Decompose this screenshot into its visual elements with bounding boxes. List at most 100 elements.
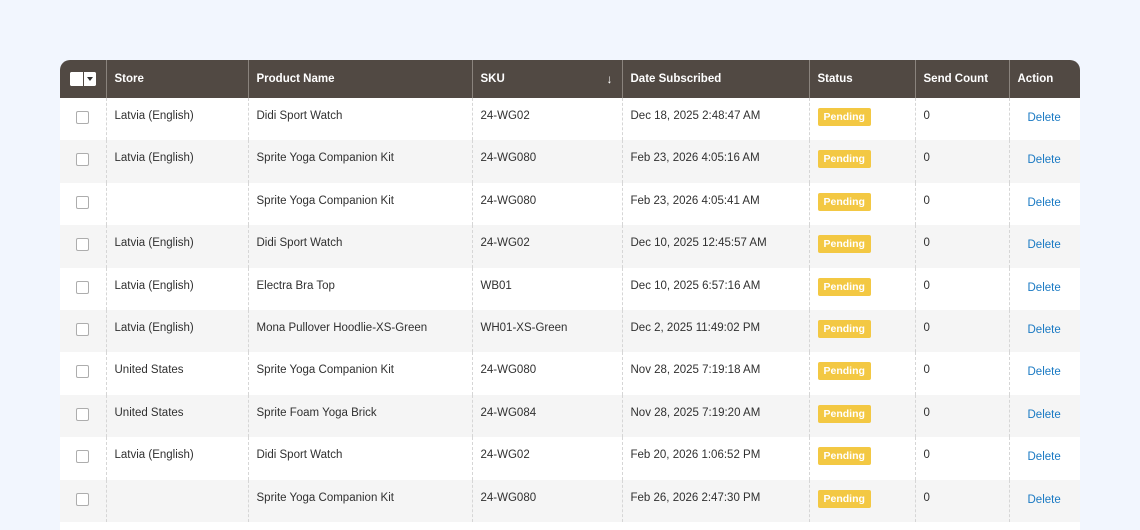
row-checkbox[interactable]	[76, 407, 90, 421]
table-body: Latvia (English) Didi Sport Watch 24-WG0…	[60, 98, 1080, 522]
cell-store: United States	[106, 394, 249, 438]
row-checkbox[interactable]	[76, 238, 90, 252]
delete-link[interactable]: Delete	[1018, 409, 1061, 421]
delete-link[interactable]: Delete	[1018, 366, 1061, 378]
cell-product-name: Didi Sport Watch	[248, 98, 473, 141]
delete-link[interactable]: Delete	[1018, 197, 1061, 209]
table-row: Latvia (English) Didi Sport Watch 24-WG0…	[60, 225, 1080, 268]
table-row: Latvia (English) Sprite Yoga Companion K…	[60, 140, 1080, 183]
cell-store: Latvia (English)	[106, 225, 249, 268]
cell-sku: 24-WG02	[472, 98, 623, 141]
cell-date-subscribed: Dec 18, 2025 2:48:47 AM	[622, 98, 810, 141]
row-checkbox[interactable]	[76, 195, 90, 209]
table-row: United States Sprite Yoga Companion Kit …	[60, 352, 1080, 395]
cell-sku: 24-WG02	[472, 437, 623, 480]
cell-send-count: 0	[915, 352, 1010, 395]
column-header-product-name[interactable]: Product Name	[248, 60, 473, 98]
cell-send-count: 0	[915, 182, 1010, 226]
delete-link[interactable]: Delete	[1018, 494, 1061, 506]
status-badge: Pending	[817, 319, 871, 338]
cell-store: Latvia (English)	[106, 437, 249, 480]
row-checkbox[interactable]	[76, 153, 90, 167]
cell-date-subscribed: Nov 28, 2025 7:19:18 AM	[622, 352, 810, 395]
table-row: Sprite Yoga Companion Kit 24-WG080 Feb 2…	[60, 182, 1080, 226]
cell-sku: WB01	[472, 267, 623, 310]
cell-send-count: 0	[915, 140, 1010, 183]
table-row: United States Sprite Foam Yoga Brick 24-…	[60, 394, 1080, 438]
cell-sku: 24-WG02	[472, 225, 623, 268]
row-checkbox[interactable]	[76, 450, 90, 464]
cell-store: Latvia (English)	[106, 140, 249, 183]
chevron-down-icon[interactable]	[83, 72, 96, 86]
select-all-checkbox[interactable]	[69, 72, 84, 86]
status-badge: Pending	[817, 404, 871, 423]
status-badge: Pending	[817, 235, 871, 254]
delete-link[interactable]: Delete	[1018, 324, 1061, 336]
row-checkbox[interactable]	[76, 322, 90, 336]
subscriptions-grid: Store Product Name SKU ↓ Date Subscribed…	[60, 60, 1080, 530]
row-checkbox[interactable]	[76, 111, 90, 124]
column-header-status[interactable]: Status	[809, 60, 916, 98]
cell-sku: 24-WG080	[472, 140, 623, 183]
status-badge: Pending	[817, 192, 871, 211]
cell-product-name: Sprite Yoga Companion Kit	[248, 140, 473, 183]
cell-store: Latvia (English)	[106, 98, 249, 141]
cell-send-count: 0	[915, 437, 1010, 480]
cell-sku: WH01-XS-Green	[472, 309, 623, 353]
delete-link[interactable]: Delete	[1018, 154, 1061, 166]
delete-link[interactable]: Delete	[1018, 451, 1061, 463]
column-header-sku[interactable]: SKU ↓	[472, 60, 623, 98]
column-header-send-count[interactable]: Send Count	[915, 60, 1010, 98]
cell-product-name: Didi Sport Watch	[248, 225, 473, 268]
cell-date-subscribed: Feb 23, 2026 4:05:41 AM	[622, 182, 810, 226]
cell-sku: 24-WG080	[472, 182, 623, 226]
column-header-store[interactable]: Store	[106, 60, 249, 98]
cell-send-count: 0	[915, 309, 1010, 353]
cell-date-subscribed: Dec 10, 2025 6:57:16 AM	[622, 267, 810, 310]
cell-product-name: Sprite Foam Yoga Brick	[248, 394, 473, 438]
status-badge: Pending	[817, 108, 871, 126]
cell-store: Latvia (English)	[106, 267, 249, 310]
delete-link[interactable]: Delete	[1018, 282, 1061, 294]
cell-sku: 24-WG080	[472, 352, 623, 395]
status-badge: Pending	[817, 489, 871, 508]
cell-product-name: Sprite Yoga Companion Kit	[248, 182, 473, 226]
table-row: Latvia (English) Electra Bra Top WB01 De…	[60, 267, 1080, 310]
column-header-date-subscribed[interactable]: Date Subscribed	[622, 60, 810, 98]
sort-descending-icon: ↓	[606, 72, 613, 86]
status-badge: Pending	[817, 150, 871, 169]
cell-date-subscribed: Feb 23, 2026 4:05:16 AM	[622, 140, 810, 183]
status-badge: Pending	[817, 277, 871, 296]
cell-product-name: Didi Sport Watch	[248, 437, 473, 480]
cell-sku: 24-WG084	[472, 394, 623, 438]
subscriptions-table: Store Product Name SKU ↓ Date Subscribed…	[60, 60, 1080, 522]
cell-store: Latvia (English)	[106, 309, 249, 353]
column-header-sku-label: SKU	[480, 73, 505, 85]
cell-send-count: 0	[915, 98, 1010, 141]
mass-select-dropdown[interactable]	[69, 72, 96, 86]
status-badge: Pending	[817, 362, 871, 381]
table-row: Latvia (English) Didi Sport Watch 24-WG0…	[60, 437, 1080, 480]
cell-send-count: 0	[915, 394, 1010, 438]
row-checkbox[interactable]	[76, 280, 90, 294]
cell-store: United States	[106, 352, 249, 395]
cell-date-subscribed: Feb 20, 2026 1:06:52 PM	[622, 437, 810, 480]
cell-product-name: Sprite Yoga Companion Kit	[248, 352, 473, 395]
table-row: Latvia (English) Mona Pullover Hoodlie-X…	[60, 309, 1080, 353]
cell-send-count: 0	[915, 225, 1010, 268]
cell-date-subscribed: Dec 10, 2025 12:45:57 AM	[622, 225, 810, 268]
mass-action-header	[60, 60, 107, 98]
cell-product-name: Mona Pullover Hoodlie-XS-Green	[248, 309, 473, 353]
status-badge: Pending	[817, 447, 871, 466]
column-header-action: Action	[1017, 73, 1054, 85]
cell-store	[106, 182, 249, 226]
row-checkbox[interactable]	[76, 492, 90, 506]
delete-link[interactable]: Delete	[1018, 239, 1061, 251]
cell-date-subscribed: Nov 28, 2025 7:19:20 AM	[622, 394, 810, 438]
delete-link[interactable]: Delete	[1018, 112, 1061, 124]
cell-send-count: 0	[915, 267, 1010, 310]
cell-date-subscribed: Dec 2, 2025 11:49:02 PM	[622, 309, 810, 353]
row-checkbox[interactable]	[76, 365, 90, 379]
table-header-row: Store Product Name SKU ↓ Date Subscribed…	[60, 60, 1080, 98]
table-row: Latvia (English) Didi Sport Watch 24-WG0…	[60, 98, 1080, 141]
